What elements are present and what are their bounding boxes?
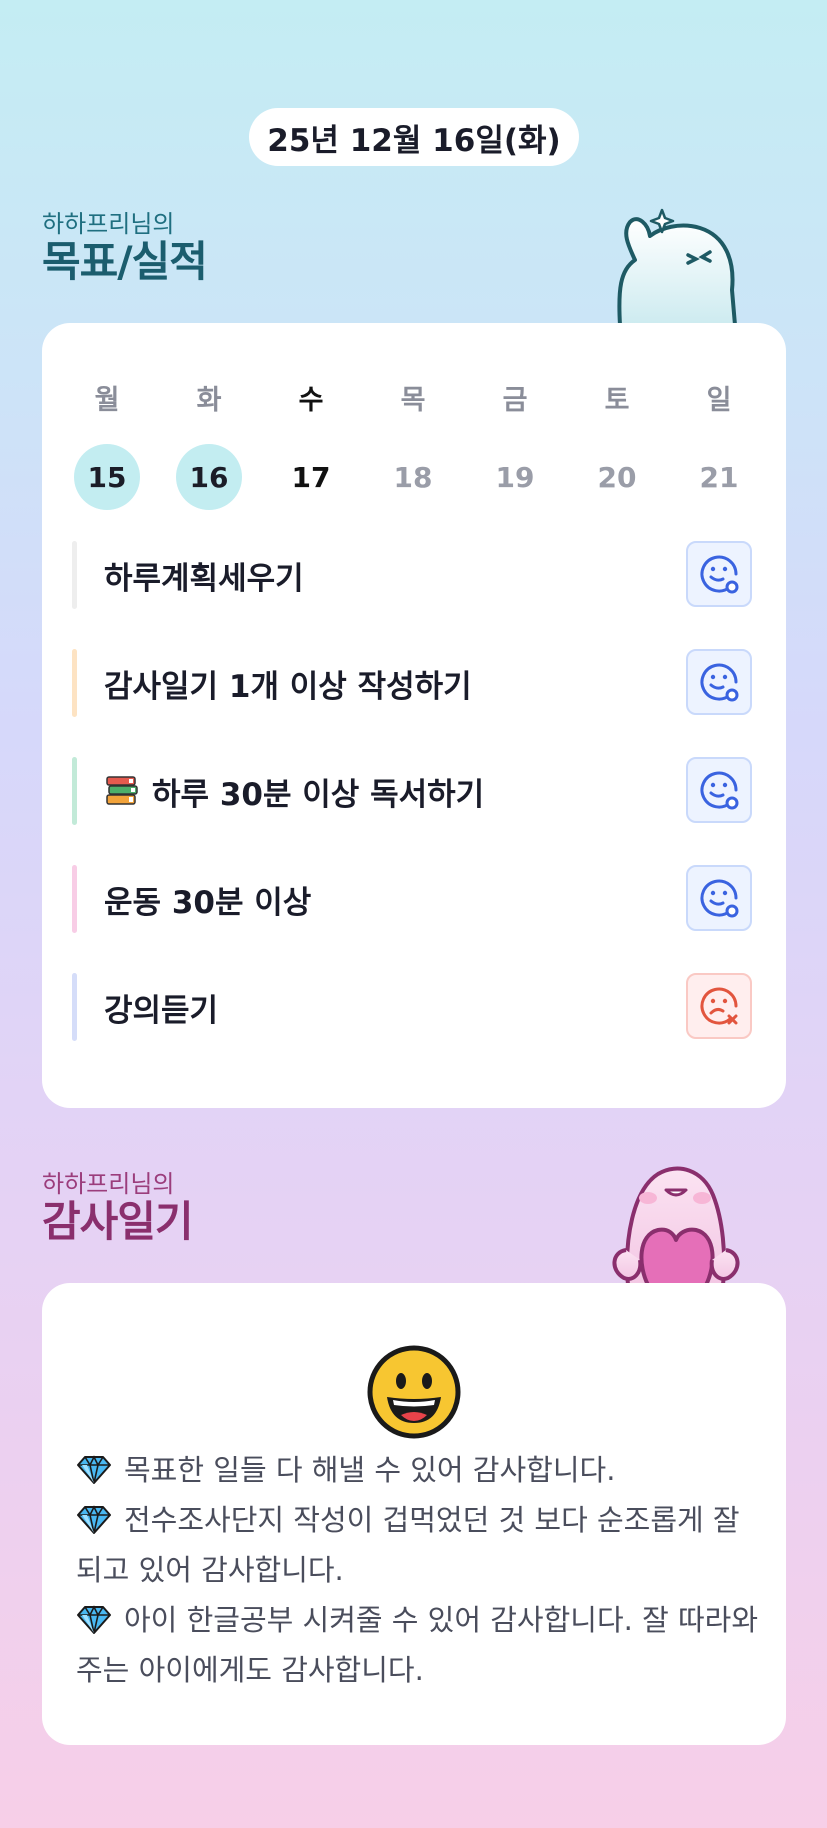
goal-color-bar: [72, 649, 77, 717]
day-sat[interactable]: 토 20: [582, 378, 652, 510]
goal-label: 감사일기 1개 이상 작성하기: [104, 668, 472, 705]
day-name: 금: [502, 385, 528, 416]
sad-x-icon: [700, 987, 738, 1025]
goal-label: 하루 30분 이상 독서하기: [152, 776, 485, 813]
day-number: 21: [699, 460, 739, 494]
goal-label: 강의듣기: [104, 992, 219, 1029]
day-name: 월: [94, 385, 120, 416]
goal-label: 하루계획세우기: [104, 560, 304, 597]
goal-color-bar: [72, 757, 77, 825]
goal-status-button[interactable]: [686, 649, 752, 715]
day-tue[interactable]: 화 16: [174, 378, 244, 510]
thanks-card: 목표한 일들 다 해낼 수 있어 감사합니다. 전수조사단지 작성이 겁먹었던 …: [42, 1283, 786, 1745]
day-mon[interactable]: 월 15: [72, 378, 142, 510]
smile-check-icon: [700, 555, 739, 594]
current-date: 25년 12월 16일(화): [267, 122, 561, 159]
goal-color-bar: [72, 865, 77, 933]
day-number: 15: [74, 444, 140, 510]
thanks-subtitle: 하하프리님의: [42, 1170, 175, 1198]
goal-item[interactable]: 하루계획세우기: [72, 541, 752, 609]
day-wed[interactable]: 수 17: [276, 378, 346, 510]
goals-subtitle: 하하프리님의: [42, 210, 175, 238]
day-thu[interactable]: 목 18: [378, 378, 448, 510]
gem-icon: [77, 1455, 111, 1484]
goal-label-row: 하루 30분 이상 독서하기: [104, 757, 484, 825]
goals-title: 목표/실적: [42, 237, 208, 286]
day-fri[interactable]: 금 19: [480, 378, 550, 510]
thanks-entry: 아이 한글공부 시켜줄 수 있어 감사합니다. 잘 따라와주는 아이에게도 감사…: [76, 1595, 766, 1695]
day-name: 화: [196, 385, 222, 416]
goals-card: 월 15 화 16 수 17 목 18 금 19 토 20 일 21 하루계획세…: [42, 323, 786, 1108]
thanks-section-title: 하하프리님의 감사일기: [42, 1170, 194, 1246]
day-name: 토: [604, 385, 630, 416]
day-name: 일: [706, 385, 732, 416]
goals-section-title: 하하프리님의 목표/실적: [42, 210, 208, 286]
day-number: 18: [393, 460, 433, 494]
day-sun[interactable]: 일 21: [684, 378, 754, 510]
day-name: 목: [400, 385, 426, 416]
goal-status-button[interactable]: [686, 865, 752, 931]
smile-check-icon: [700, 663, 739, 702]
day-name: 수: [298, 385, 324, 416]
goal-item[interactable]: 감사일기 1개 이상 작성하기: [72, 649, 752, 717]
thanks-entry-text: 전수조사단지 작성이 겁먹었던 것 보다 순조롭게 잘 되고 있어 감사합니다.: [76, 1503, 740, 1587]
day-number: 16: [176, 444, 242, 510]
thanks-entry: 목표한 일들 다 해낼 수 있어 감사합니다.: [76, 1445, 766, 1495]
day-number: 19: [495, 460, 535, 494]
date-pill[interactable]: 25년 12월 16일(화): [249, 108, 579, 166]
day-number: 20: [597, 460, 637, 494]
ghost-mascot-icon: [617, 208, 737, 325]
goal-color-bar: [72, 541, 77, 609]
goal-color-bar: [72, 973, 77, 1041]
goal-status-button[interactable]: [686, 541, 752, 607]
thanks-entry-text: 목표한 일들 다 해낼 수 있어 감사합니다.: [124, 1453, 616, 1487]
gem-icon: [77, 1505, 111, 1534]
week-calendar: 월 15 화 16 수 17 목 18 금 19 토 20 일 21: [72, 378, 784, 510]
smile-check-icon: [700, 771, 739, 810]
goal-item[interactable]: 운동 30분 이상: [72, 865, 752, 933]
goal-item[interactable]: 강의듣기: [72, 973, 752, 1041]
thanks-entry-text: 아이 한글공부 시켜줄 수 있어 감사합니다. 잘 따라와주는 아이에게도 감사…: [76, 1603, 759, 1687]
heart-mascot-icon: [612, 1166, 740, 1285]
goal-status-button[interactable]: [686, 973, 752, 1039]
goal-item[interactable]: 하루 30분 이상 독서하기: [72, 757, 752, 825]
grinning-face-icon: [367, 1345, 461, 1439]
books-icon: [106, 776, 138, 805]
thanks-entries: 목표한 일들 다 해낼 수 있어 감사합니다. 전수조사단지 작성이 겁먹었던 …: [76, 1445, 766, 1695]
smile-check-icon: [700, 879, 739, 918]
goal-label: 운동 30분 이상: [104, 884, 312, 921]
day-number: 17: [291, 460, 331, 494]
thanks-entry: 전수조사단지 작성이 겁먹었던 것 보다 순조롭게 잘 되고 있어 감사합니다.: [76, 1495, 766, 1595]
gem-icon: [77, 1605, 111, 1634]
goal-status-button[interactable]: [686, 757, 752, 823]
thanks-title: 감사일기: [42, 1197, 194, 1246]
